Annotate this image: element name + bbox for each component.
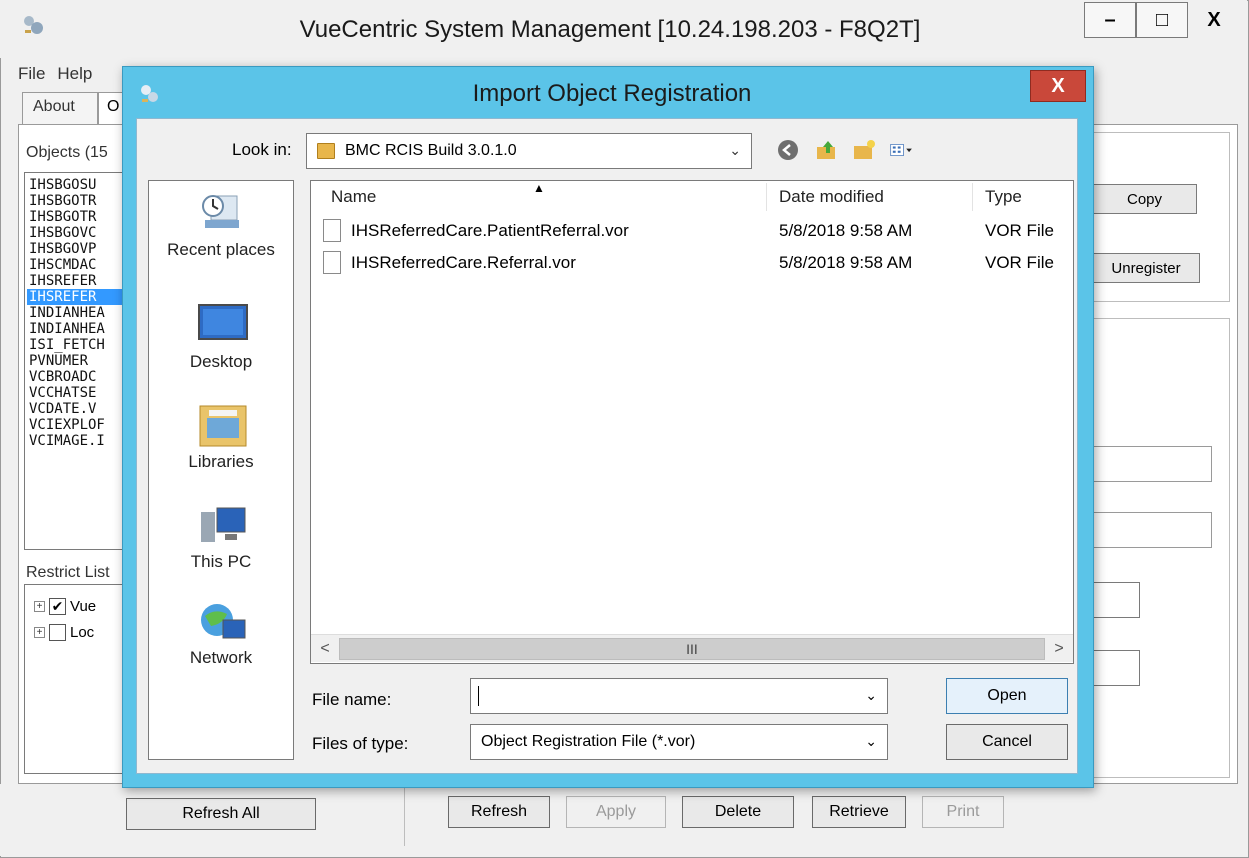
scroll-left-icon[interactable]: < (313, 637, 337, 661)
file-row[interactable]: IHSReferredCare.PatientReferral.vor 5/8/… (311, 217, 1073, 245)
details-panel (1090, 318, 1230, 778)
maximize-button[interactable]: □ (1136, 2, 1188, 38)
place-desktop[interactable]: Desktop (148, 302, 294, 372)
expand-icon[interactable]: + (34, 601, 45, 612)
tree-label: Loc (70, 624, 95, 641)
file-icon (323, 251, 341, 274)
files-of-type-label: Files of type: (312, 734, 409, 753)
restrict-list-label: Restrict List (26, 564, 110, 581)
refresh-button[interactable]: Refresh (448, 796, 550, 828)
up-folder-icon[interactable] (814, 138, 838, 162)
place-label: Recent places (167, 240, 275, 259)
file-row[interactable]: IHSReferredCare.Referral.vor 5/8/2018 9:… (311, 249, 1073, 277)
window-title: VueCentric System Management [10.24.198.… (299, 16, 921, 43)
delete-button[interactable]: Delete (682, 796, 794, 828)
look-in-label: Look in: (232, 140, 292, 159)
detail-field[interactable] (1090, 650, 1140, 686)
place-label: Libraries (188, 452, 254, 471)
file-type: VOR File (985, 221, 1054, 240)
desktop-icon (197, 302, 248, 344)
files-of-type-select[interactable]: Object Registration File (*.vor) ⌄ (470, 724, 888, 760)
dialog-icon (138, 82, 162, 106)
place-recent-places[interactable]: Recent places (148, 190, 294, 260)
column-name[interactable]: Name (331, 187, 376, 207)
back-icon[interactable] (776, 138, 800, 162)
divider (404, 786, 405, 846)
file-name: IHSReferredCare.Referral.vor (351, 253, 576, 272)
tab-about[interactable]: About (22, 92, 98, 124)
open-button[interactable]: Open (946, 678, 1068, 714)
horizontal-scrollbar[interactable]: < III > (311, 634, 1073, 662)
app-icon (20, 12, 46, 38)
scroll-right-icon[interactable]: > (1047, 637, 1071, 661)
place-label: This PC (190, 552, 252, 571)
place-this-pc[interactable]: This PC (148, 502, 294, 572)
menu-help[interactable]: Help (57, 64, 92, 83)
file-type: VOR File (985, 253, 1054, 272)
checkbox[interactable] (49, 624, 66, 641)
detail-field[interactable] (1090, 582, 1140, 618)
sort-ascending-icon: ▲ (533, 181, 545, 195)
place-network[interactable]: Network (148, 598, 294, 668)
place-label: Desktop (189, 352, 253, 371)
unregister-button[interactable]: Unregister (1092, 253, 1200, 283)
minimize-button[interactable]: – (1084, 2, 1136, 38)
libraries-icon (197, 402, 247, 447)
dialog-close-button[interactable]: X (1030, 70, 1086, 102)
files-of-type-value: Object Registration File (*.vor) (481, 733, 696, 750)
dialog-title: Import Object Registration (472, 80, 752, 107)
look-in-value: BMC RCIS Build 3.0.1.0 (345, 142, 517, 159)
file-name: IHSReferredCare.PatientReferral.vor (351, 221, 629, 240)
column-divider[interactable] (766, 183, 767, 211)
refresh-all-button[interactable]: Refresh All (126, 798, 316, 830)
column-type[interactable]: Type (985, 187, 1022, 207)
print-button[interactable]: Print (922, 796, 1004, 828)
chevron-down-icon[interactable]: ⌄ (865, 733, 877, 750)
nav-toolbar (776, 138, 914, 162)
network-icon (197, 598, 246, 640)
new-folder-icon[interactable] (852, 138, 876, 162)
look-in-select[interactable]: BMC RCIS Build 3.0.1.0 ⌄ (306, 133, 752, 169)
file-name-label: File name: (312, 690, 392, 709)
file-date: 5/8/2018 9:58 AM (779, 221, 913, 240)
column-divider[interactable] (972, 183, 973, 211)
copy-button[interactable]: Copy (1092, 184, 1197, 214)
recent-places-icon (197, 190, 245, 232)
tree-row[interactable]: + ✔ Vue (34, 598, 96, 615)
retrieve-button[interactable]: Retrieve (812, 796, 906, 828)
menu-bar: File Help (18, 64, 104, 84)
view-menu-icon[interactable] (890, 138, 914, 162)
menu-file[interactable]: File (18, 64, 45, 83)
objects-label: Objects (15 (26, 144, 108, 161)
column-date-modified[interactable]: Date modified (779, 187, 884, 207)
file-icon (323, 219, 341, 242)
detail-field[interactable] (1090, 512, 1212, 548)
scroll-thumb[interactable]: III (339, 638, 1045, 660)
expand-icon[interactable]: + (34, 627, 45, 638)
column-header: Name ▲ Date modified Type (311, 181, 1073, 213)
folder-icon (317, 143, 335, 159)
place-label: Network (189, 648, 253, 667)
checkbox[interactable]: ✔ (49, 598, 66, 615)
tree-row[interactable]: + Loc (34, 624, 94, 641)
tree-label: Vue (70, 598, 97, 615)
apply-button[interactable]: Apply (566, 796, 666, 828)
cancel-button[interactable]: Cancel (946, 724, 1068, 760)
file-date: 5/8/2018 9:58 AM (779, 253, 913, 272)
chevron-down-icon[interactable]: ⌄ (729, 142, 741, 159)
place-libraries[interactable]: Libraries (148, 402, 294, 472)
text-caret (478, 686, 479, 706)
file-name-input[interactable]: ⌄ (470, 678, 888, 714)
detail-field[interactable] (1090, 446, 1212, 482)
this-pc-icon (197, 502, 246, 544)
chevron-down-icon[interactable]: ⌄ (865, 687, 877, 704)
close-button[interactable]: X (1188, 2, 1240, 38)
